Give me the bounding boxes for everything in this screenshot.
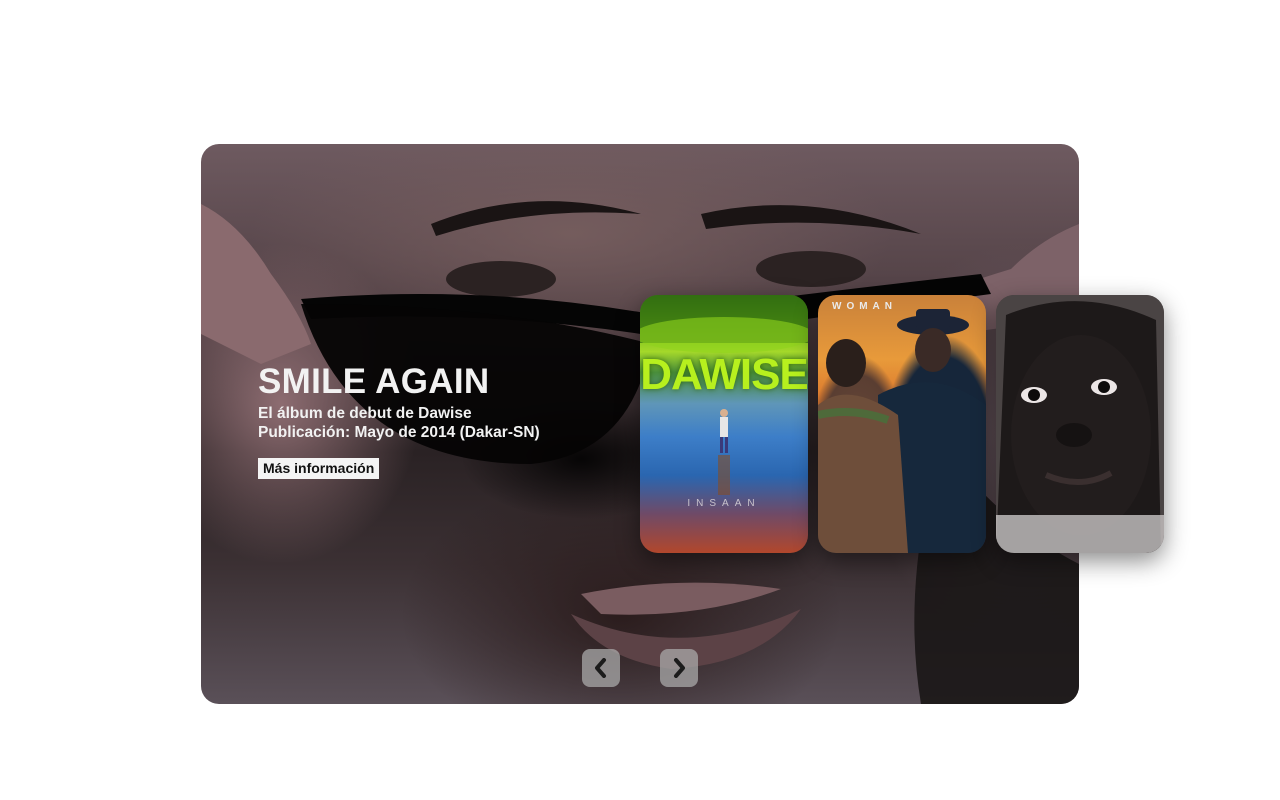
album-card-woman[interactable]: WOMAN bbox=[818, 295, 986, 553]
card-label: WOMAN bbox=[832, 301, 897, 312]
dawise-cover-art bbox=[640, 295, 808, 495]
album-card-dawise[interactable]: DAWISE INSAAN bbox=[640, 295, 808, 553]
woman-cover-art bbox=[818, 309, 986, 553]
more-info-button[interactable]: Más información bbox=[258, 458, 380, 479]
portrait-cover-art bbox=[996, 295, 1164, 553]
slide-info: SMILE AGAIN El álbum de debut de Dawise … bbox=[258, 362, 540, 479]
slide-release-info: Publicación: Mayo de 2014 (Dakar-SN) bbox=[258, 424, 540, 441]
slide-title: SMILE AGAIN bbox=[258, 362, 490, 401]
card-label: INSAAN bbox=[687, 498, 761, 509]
card-title: DAWISE bbox=[640, 350, 808, 399]
next-slide-button[interactable] bbox=[660, 649, 698, 687]
prev-slide-button[interactable] bbox=[582, 649, 620, 687]
slide-subtitle: El álbum de debut de Dawise bbox=[258, 405, 472, 422]
chevron-left-icon bbox=[595, 658, 606, 678]
album-card-portrait[interactable] bbox=[996, 295, 1164, 553]
chevron-right-icon bbox=[674, 658, 685, 678]
